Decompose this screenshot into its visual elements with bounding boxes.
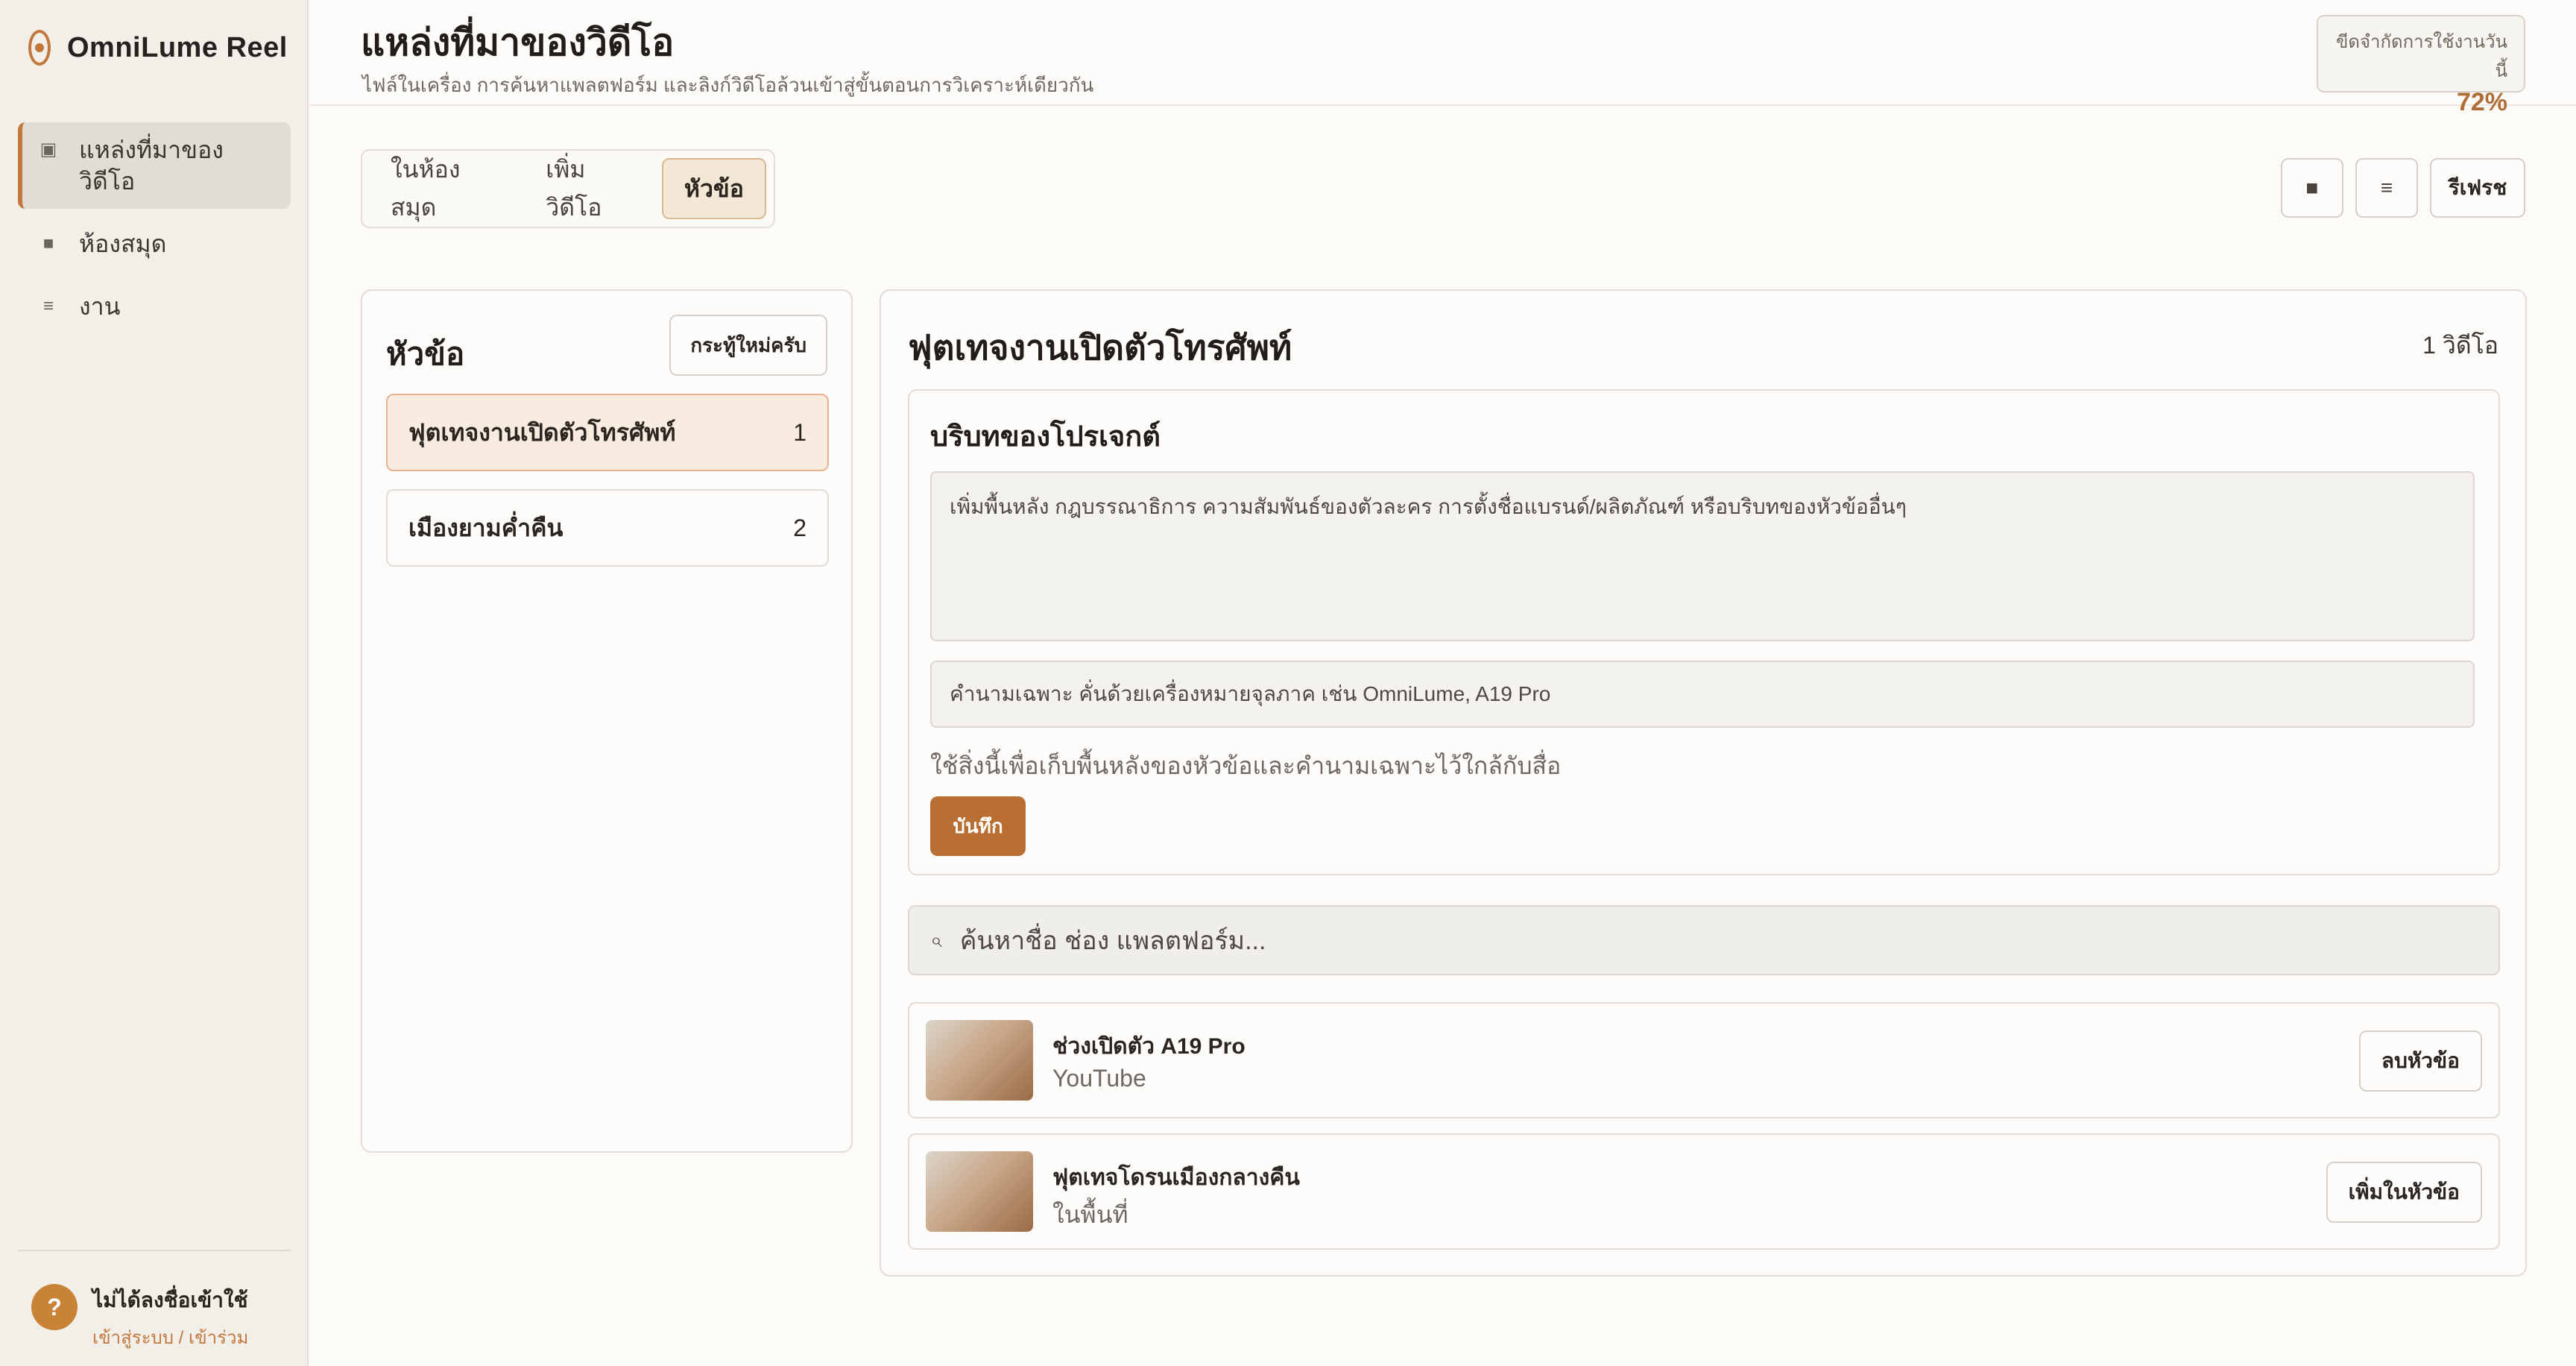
sidebar-item-video-sources[interactable]: ▣ แหล่งที่มาของวิดีโอ — [18, 122, 291, 209]
video-title: ฟุตเทจโดรนเมืองกลางคืน — [1052, 1165, 1300, 1190]
grid-view-button[interactable]: ■ — [2281, 158, 2343, 218]
sidebar-item-label: งาน — [79, 293, 121, 320]
page-header: แหล่งที่มาของวิดีโอ ไฟล์ในเครื่อง การค้น… — [310, 0, 2576, 116]
user-panel: ? ไม่ได้ลงชื่อเข้าใช้ เข้าสู่ระบบ / เข้า… — [18, 1250, 291, 1352]
tab-topics[interactable]: หัวข้อ — [661, 158, 766, 219]
quota-value: 72% — [2456, 88, 2507, 116]
topic-detail-title: ฟุตเทจงานเปิดตัวโทรศัพท์ — [908, 328, 1292, 367]
brand[interactable]: OmniLume Reel — [28, 30, 288, 66]
list-icon: ≡ — [2380, 176, 2393, 199]
topic-name: ฟุตเทจงานเปิดตัวโทรศัพท์ — [408, 418, 676, 446]
new-topic-button[interactable]: กระทู้ใหม่ครับ — [669, 315, 827, 376]
search-icon: ⌕ — [930, 928, 942, 951]
topic-detail-panel: ฟุตเทจงานเปิดตัวโทรศัพท์ 1 วิดีโอ บริบทข… — [880, 289, 2527, 1277]
topic-item[interactable]: เมืองยามค่ำคืน 2 — [386, 489, 829, 567]
proper-nouns-input[interactable]: คำนามเฉพาะ คั่นด้วยเครื่องหมายจุลภาค เช่… — [930, 661, 2475, 728]
remove-from-topic-button[interactable]: ลบหัวข้อ — [2358, 1030, 2482, 1092]
jobs-icon: ≡ — [42, 296, 54, 316]
video-source: YouTube — [1052, 1065, 1146, 1092]
save-button[interactable]: บันทึก — [930, 796, 1026, 856]
topic-count: 2 — [793, 514, 806, 541]
page-title: แหล่งที่มาของวิดีโอ — [361, 22, 675, 63]
source-tabs: ในห้องสมุด เพิ่มวิดีโอ หัวข้อ — [361, 149, 775, 228]
library-icon: ■ — [42, 233, 54, 254]
sidebar-item-label: ห้องสมุด — [79, 230, 167, 257]
app-name: OmniLume Reel — [67, 31, 288, 63]
context-hint: ใช้สิ่งนี้เพื่อเก็บพื้นหลังของหัวข้อและค… — [930, 752, 1562, 779]
sidebar-nav: ▣ แหล่งที่มาของวิดีโอ ■ ห้องสมุด ≡ งาน — [18, 122, 291, 342]
video-source: ในพื้นที่ — [1052, 1201, 1128, 1228]
video-row: ช่วงเปิดตัว A19 Pro YouTube ลบหัวข้อ — [908, 1002, 2500, 1118]
add-to-topic-button[interactable]: เพิ่มในหัวข้อ — [2326, 1162, 2482, 1223]
quota-label: ขีดจำกัดการใช้งานวันนี้ — [2335, 32, 2507, 81]
user-status: ไม่ได้ลงชื่อเข้าใช้ — [92, 1288, 248, 1312]
topic-count: 1 — [793, 418, 806, 446]
list-view-button[interactable]: ≡ — [2355, 158, 2418, 218]
video-thumbnail[interactable] — [926, 1151, 1033, 1232]
grid-icon: ■ — [2305, 176, 2319, 199]
sidebar-item-jobs[interactable]: ≡ งาน — [18, 279, 291, 334]
sidebar-item-label: แหล่งที่มาของวิดีโอ — [79, 136, 224, 195]
tab-in-library[interactable]: ในห้องสมุด — [370, 156, 519, 221]
login-link[interactable]: เข้าสู่ระบบ / เข้าร่วม — [92, 1323, 248, 1352]
video-count: 1 วิดีโอ — [2422, 332, 2498, 359]
topic-item[interactable]: ฟุตเทจงานเปิดตัวโทรศัพท์ 1 — [386, 394, 829, 471]
tab-add-video[interactable]: เพิ่มวิดีโอ — [525, 156, 656, 221]
search-input[interactable]: ⌕ ค้นหาชื่อ ช่อง แพลตฟอร์ม... — [908, 905, 2500, 975]
sidebar: OmniLume Reel ▣ แหล่งที่มาของวิดีโอ ■ ห้… — [0, 0, 309, 1366]
context-textarea[interactable]: เพิ่มพื้นหลัง กฎบรรณาธิการ ความสัมพันธ์ข… — [930, 471, 2475, 641]
refresh-button[interactable]: รีเฟรช — [2430, 158, 2525, 218]
topics-panel: หัวข้อ กระทู้ใหม่ครับ ฟุตเทจงานเปิดตัวโท… — [361, 289, 853, 1153]
topics-title: หัวข้อ — [386, 336, 465, 371]
avatar[interactable]: ? — [31, 1284, 78, 1330]
usage-quota: ขีดจำกัดการใช้งานวันนี้ 72% — [2317, 15, 2525, 116]
page-subtitle: ไฟล์ในเครื่อง การค้นหาแพลตฟอร์ม และลิงก์… — [362, 74, 1094, 96]
source-icon: ▣ — [40, 139, 57, 160]
project-context-card: บริบทของโปรเจกต์ เพิ่มพื้นหลัง กฎบรรณาธิ… — [908, 389, 2500, 875]
topic-name: เมืองยามค่ำคืน — [408, 514, 564, 541]
sidebar-item-library[interactable]: ■ ห้องสมุด — [18, 216, 291, 271]
context-title: บริบทของโปรเจกต์ — [930, 421, 1161, 453]
app-logo-icon — [28, 30, 51, 66]
video-thumbnail[interactable] — [926, 1020, 1033, 1101]
video-row: ฟุตเทจโดรนเมืองกลางคืน ในพื้นที่ เพิ่มใน… — [908, 1133, 2500, 1250]
search-placeholder: ค้นหาชื่อ ช่อง แพลตฟอร์ม... — [959, 927, 1266, 955]
video-title: ช่วงเปิดตัว A19 Pro — [1052, 1034, 1246, 1059]
